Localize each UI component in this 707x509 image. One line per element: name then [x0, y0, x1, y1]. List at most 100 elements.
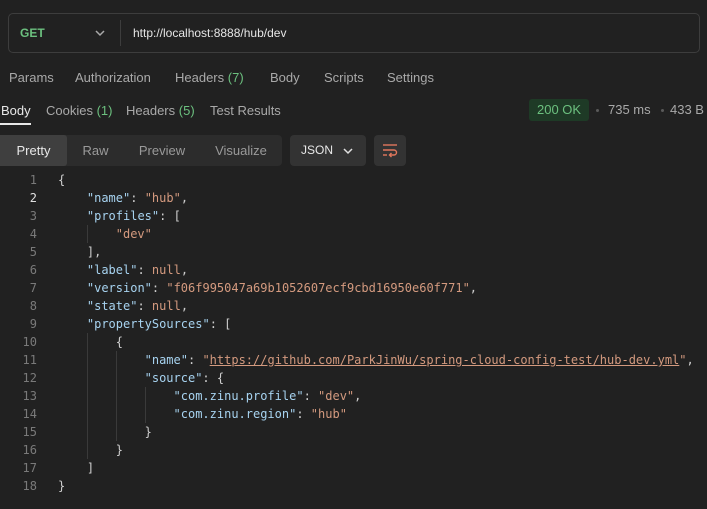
line-number: 8	[29, 299, 37, 313]
json-punctuation: : [	[209, 317, 232, 331]
indent-guide	[144, 405, 146, 423]
indent-guide	[86, 387, 88, 405]
view-preview[interactable]: Preview	[124, 135, 200, 166]
separator-dot	[596, 109, 599, 112]
code-line: 6 "label": null,	[0, 261, 707, 279]
json-punctuation: ,	[686, 353, 694, 367]
indent-guide	[86, 333, 88, 351]
code-line: 17]	[0, 459, 707, 477]
tab-response-headers[interactable]: Headers (5)	[126, 99, 195, 123]
code-content: "version": "f06f995047a69b1052607ecf9cbd…	[87, 279, 477, 297]
json-key: "label"	[86, 263, 138, 277]
code-line: 15}	[0, 423, 707, 441]
json-string: "	[679, 353, 687, 367]
line-number: 13	[22, 389, 37, 403]
json-punctuation: {	[115, 335, 123, 349]
line-number: 11	[22, 353, 37, 367]
line-number: 3	[29, 209, 37, 223]
method-select[interactable]: GET	[20, 14, 45, 52]
tab-params[interactable]: Params	[9, 66, 54, 90]
tab-response-body[interactable]: Body	[1, 99, 31, 123]
code-line: 1{	[0, 171, 707, 189]
format-select[interactable]: JSON	[290, 135, 366, 166]
json-string: "hub"	[310, 407, 347, 421]
code-content: "com.zinu.region": "hub"	[174, 405, 347, 423]
json-key: "profiles"	[86, 209, 160, 223]
json-key: "state"	[86, 299, 138, 313]
json-key: "com.zinu.profile"	[173, 389, 304, 403]
tab-authorization[interactable]: Authorization	[75, 66, 151, 90]
json-string: "dev"	[115, 227, 152, 241]
code-content: }	[145, 423, 152, 441]
url-input[interactable]: http://localhost:8888/hub/dev	[133, 14, 286, 52]
code-content: {	[116, 333, 123, 351]
wrap-lines-button[interactable]	[374, 135, 406, 166]
response-size[interactable]: 433 B	[670, 99, 704, 121]
view-raw[interactable]: Raw	[67, 135, 124, 166]
code-content: "label": null,	[87, 261, 188, 279]
view-pretty[interactable]: Pretty	[0, 135, 67, 166]
json-punctuation: ,	[180, 263, 189, 277]
chevron-down-icon[interactable]	[94, 28, 106, 38]
code-line: 14 "com.zinu.region": "hub"	[0, 405, 707, 423]
tab-body[interactable]: Body	[270, 66, 300, 90]
json-link[interactable]: https://github.com/ParkJinWu/spring-clou…	[210, 353, 680, 367]
code-content: "dev"	[116, 225, 152, 243]
response-body-viewer[interactable]: 1{2 "name": "hub", 3 "profiles": [4 "dev" 5],…	[0, 171, 707, 495]
line-number: 9	[29, 317, 37, 331]
json-string: "hub"	[144, 191, 181, 205]
json-punctuation: :	[151, 281, 167, 295]
json-punctuation: :	[137, 299, 152, 313]
format-label: JSON	[301, 143, 334, 157]
json-punctuation: :	[130, 191, 145, 205]
json-punctuation: ,	[180, 191, 189, 205]
json-key: "com.zinu.region"	[173, 407, 297, 421]
line-number: 12	[22, 371, 37, 385]
json-null: null	[151, 263, 181, 277]
code-content: }	[58, 477, 65, 495]
code-content: "propertySources": [	[87, 315, 232, 333]
json-key: "version"	[86, 281, 152, 295]
code-line: 5],	[0, 243, 707, 261]
code-content: "com.zinu.profile": "dev",	[174, 387, 362, 405]
status-badge[interactable]: 200 OK	[529, 99, 590, 121]
code-content: }	[116, 441, 123, 459]
json-punctuation: ,	[354, 389, 362, 403]
json-punctuation: ,	[180, 299, 189, 313]
json-key: "source"	[144, 371, 203, 385]
json-key: "name"	[86, 191, 131, 205]
code-line: 10 {	[0, 333, 707, 351]
json-punctuation: }	[115, 443, 123, 457]
tab-cookies[interactable]: Cookies (1)	[46, 99, 112, 123]
code-line: 11 "name": "https://github.com/ParkJinWu/…	[0, 351, 707, 369]
indent-guide	[86, 369, 88, 387]
code-line: 4 "dev"	[0, 225, 707, 243]
code-line: 9 "propertySources": [	[0, 315, 707, 333]
json-string: "dev"	[318, 389, 355, 403]
code-content: ],	[87, 243, 101, 261]
line-number: 16	[22, 443, 37, 457]
json-punctuation: :	[296, 407, 311, 421]
separator-dot	[661, 109, 664, 112]
line-number: 7	[29, 281, 37, 295]
response-time[interactable]: 735 ms	[608, 99, 651, 121]
indent-guide	[144, 387, 146, 405]
active-tab-indicator	[0, 123, 31, 125]
url-bar: GET http://localhost:8888/hub/dev	[8, 13, 700, 53]
tab-test-results[interactable]: Test Results	[210, 99, 281, 123]
view-visualize[interactable]: Visualize	[200, 135, 282, 166]
line-number: 5	[29, 245, 37, 259]
tab-settings[interactable]: Settings	[387, 66, 434, 90]
indent-guide	[86, 225, 88, 243]
code-line: 16}	[0, 441, 707, 459]
indent-guide	[115, 387, 117, 405]
headers-count: (7)	[227, 70, 244, 85]
tab-headers[interactable]: Headers (7)	[175, 66, 244, 90]
tab-scripts[interactable]: Scripts	[324, 66, 364, 90]
line-number: 10	[22, 335, 37, 349]
json-punctuation: ],	[86, 245, 102, 259]
line-number: 1	[29, 173, 37, 187]
indent-guide	[86, 423, 88, 441]
indent-guide	[115, 351, 117, 369]
json-punctuation: : {	[202, 371, 225, 385]
